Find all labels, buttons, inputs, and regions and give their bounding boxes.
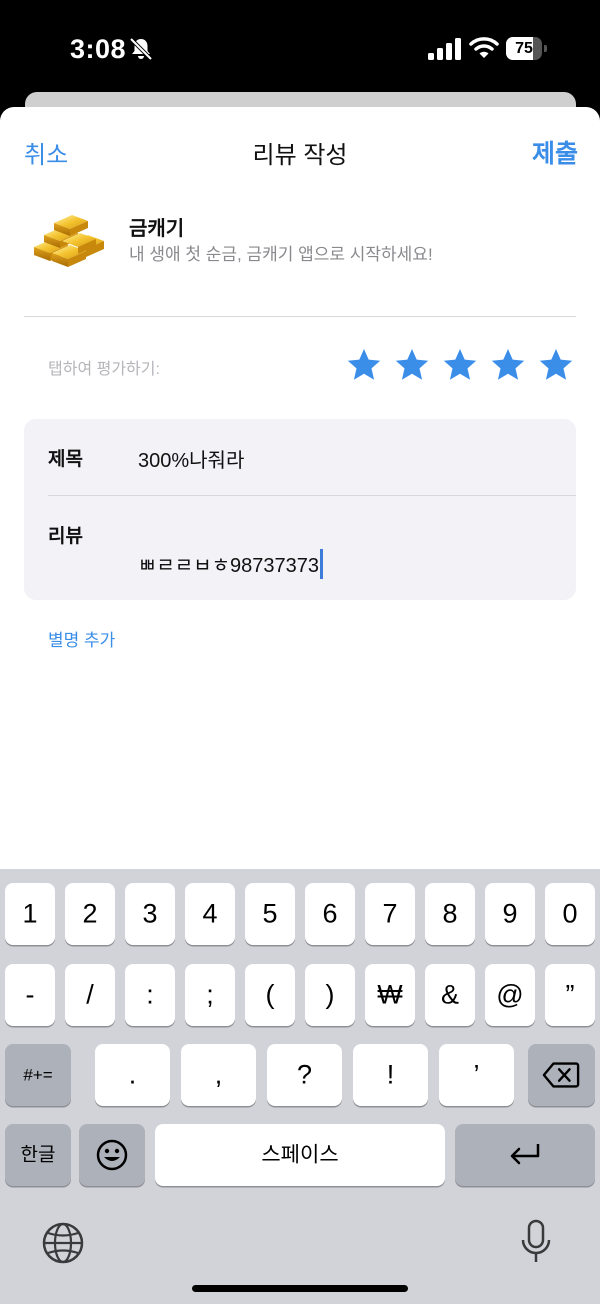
key-label: 0 bbox=[562, 898, 578, 929]
battery-indicator: 75 bbox=[506, 37, 548, 60]
key[interactable]: ! bbox=[353, 1044, 428, 1106]
key[interactable]: 3 bbox=[125, 883, 175, 945]
key-backspace[interactable] bbox=[528, 1044, 595, 1106]
text-cursor bbox=[319, 549, 323, 579]
star-icon[interactable] bbox=[442, 347, 478, 383]
key[interactable]: ? bbox=[267, 1044, 342, 1106]
key-label: ” bbox=[565, 979, 575, 1010]
key-korean[interactable]: 한글 bbox=[5, 1124, 71, 1186]
return-icon bbox=[510, 1144, 540, 1165]
title-input[interactable]: 300%나줘라 bbox=[138, 444, 244, 473]
key-space-label: 스페이스 bbox=[261, 1143, 339, 1167]
key-label: 9 bbox=[502, 898, 518, 929]
key-label: : bbox=[146, 979, 154, 1010]
key-label: 1 bbox=[22, 898, 38, 929]
key-label: 7 bbox=[382, 898, 398, 929]
key[interactable]: ) bbox=[305, 964, 355, 1026]
key[interactable]: , bbox=[181, 1044, 256, 1106]
key-label: ( bbox=[265, 979, 275, 1010]
review-label: 리뷰 bbox=[48, 526, 83, 547]
keyboard: #+= 한글 스페이스 1 2 3 4 5 6 7 8 9 0 - /: ; … bbox=[0, 869, 600, 1304]
star-icon[interactable] bbox=[346, 347, 382, 383]
star-icon[interactable] bbox=[490, 347, 526, 383]
key-symbols[interactable]: #+= bbox=[5, 1044, 71, 1106]
app-subtitle: 내 생애 첫 순금, 금캐기 앱으로 시작하세요! bbox=[129, 245, 433, 264]
key[interactable]: 1 bbox=[5, 883, 55, 945]
key-space[interactable]: 스페이스 bbox=[155, 1124, 445, 1186]
globe-icon[interactable] bbox=[41, 1221, 85, 1265]
key-label: - bbox=[25, 979, 35, 1010]
star-icon[interactable] bbox=[394, 347, 430, 383]
key[interactable]: - bbox=[5, 964, 55, 1026]
silent-bell-icon bbox=[129, 37, 153, 61]
review-text: ㅃㄹㄹㅂㅎ98737373 bbox=[138, 555, 319, 577]
star-icon[interactable] bbox=[538, 347, 574, 383]
key-korean-label: 한글 bbox=[20, 1144, 56, 1166]
emoji-icon bbox=[96, 1139, 128, 1171]
status-bar: 3:08 75 bbox=[0, 0, 600, 100]
key[interactable]: 7 bbox=[365, 883, 415, 945]
key[interactable]: ” bbox=[545, 964, 595, 1026]
divider bbox=[24, 316, 576, 317]
key-label: 5 bbox=[262, 898, 278, 929]
key[interactable]: . bbox=[95, 1044, 170, 1106]
key[interactable]: : bbox=[125, 964, 175, 1026]
key[interactable]: 9 bbox=[485, 883, 535, 945]
add-nickname-link[interactable]: 별명 추가 bbox=[48, 626, 115, 651]
key-label: & bbox=[440, 979, 459, 1010]
form-divider bbox=[48, 495, 576, 496]
key-label: / bbox=[86, 979, 94, 1010]
review-form: 제목 300%나줘라 리뷰 ㅃㄹㄹㅂㅎ98737373 bbox=[24, 419, 576, 600]
cellular-signal-icon bbox=[428, 38, 461, 60]
key-label: ) bbox=[325, 979, 335, 1010]
key-label: , bbox=[214, 1059, 223, 1090]
key-label: 4 bbox=[202, 898, 218, 929]
review-input[interactable]: ㅃㄹㄹㅂㅎ98737373 bbox=[138, 549, 323, 579]
key-label: . bbox=[128, 1059, 137, 1090]
key-label: 2 bbox=[82, 898, 98, 929]
home-indicator bbox=[192, 1285, 408, 1292]
key-label: ! bbox=[386, 1059, 395, 1090]
battery-percent: 75 bbox=[515, 40, 533, 57]
page-title: 리뷰 작성 bbox=[252, 142, 348, 169]
key-label: ; bbox=[206, 979, 214, 1010]
key-emoji[interactable] bbox=[79, 1124, 145, 1186]
key[interactable]: 5 bbox=[245, 883, 295, 945]
key[interactable]: / bbox=[65, 964, 115, 1026]
key-label: 6 bbox=[322, 898, 338, 929]
key-symbols-label: #+= bbox=[23, 1065, 53, 1085]
cancel-button[interactable]: 취소 bbox=[24, 135, 68, 170]
key[interactable]: ; bbox=[185, 964, 235, 1026]
key-label: ’ bbox=[473, 1059, 480, 1090]
key[interactable]: ’ bbox=[439, 1044, 514, 1106]
gold-bars-icon bbox=[34, 215, 104, 267]
app-name: 금캐기 bbox=[129, 218, 185, 240]
key-return[interactable] bbox=[455, 1124, 595, 1186]
submit-button[interactable]: 제출 bbox=[532, 134, 578, 170]
key[interactable]: 0 bbox=[545, 883, 595, 945]
key-label: 8 bbox=[442, 898, 458, 929]
key[interactable]: & bbox=[425, 964, 475, 1026]
rating-label: 탭하여 평가하기: bbox=[48, 361, 160, 378]
battery-cap bbox=[544, 45, 547, 52]
key[interactable]: 8 bbox=[425, 883, 475, 945]
key-label: ? bbox=[296, 1059, 313, 1090]
key[interactable]: 6 bbox=[305, 883, 355, 945]
key[interactable]: 2 bbox=[65, 883, 115, 945]
key[interactable]: @ bbox=[485, 964, 535, 1026]
key[interactable]: ( bbox=[245, 964, 295, 1026]
microphone-icon[interactable] bbox=[518, 1219, 554, 1265]
key[interactable]: 4 bbox=[185, 883, 235, 945]
key-label: @ bbox=[496, 979, 524, 1010]
title-label: 제목 bbox=[48, 449, 83, 470]
key-label: 3 bbox=[142, 898, 158, 929]
backspace-icon bbox=[542, 1062, 580, 1088]
status-time: 3:08 bbox=[70, 34, 127, 64]
wifi-icon bbox=[469, 37, 499, 58]
key[interactable]: ₩ bbox=[365, 964, 415, 1026]
key-label: ₩ bbox=[377, 979, 403, 1010]
